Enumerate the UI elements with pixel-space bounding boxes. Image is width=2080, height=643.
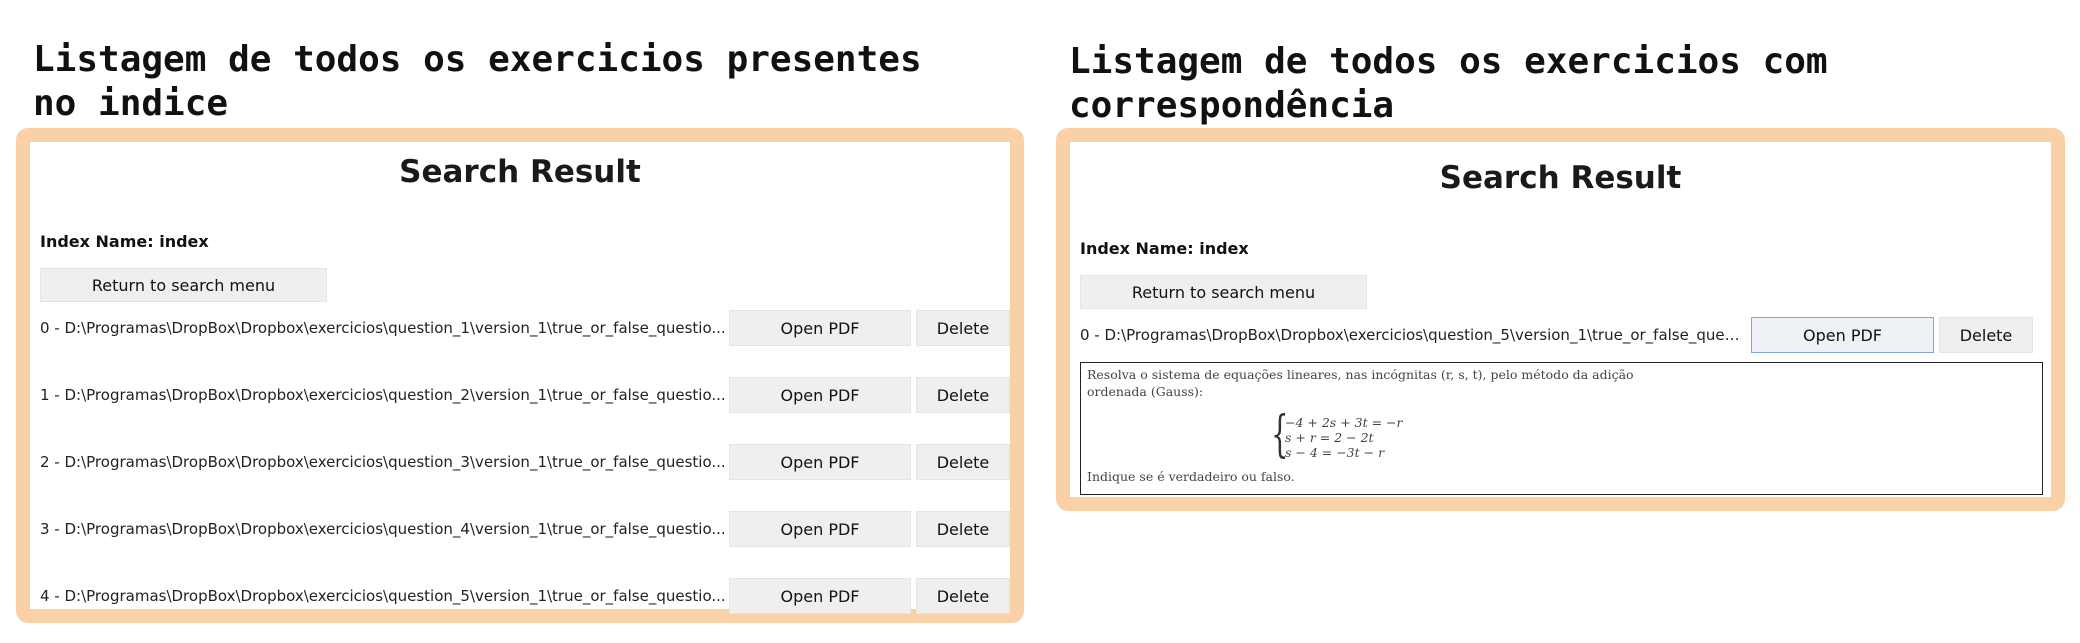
window-title: Search Result — [399, 154, 641, 190]
result-path: 0 - D:\Programas\DropBox\Dropbox\exercic… — [1080, 326, 1740, 344]
open-pdf-button[interactable]: Open PDF — [729, 578, 911, 614]
left-caption: Listagem de todos os exercicios presente… — [33, 39, 922, 124]
delete-button[interactable]: Delete — [916, 578, 1010, 614]
open-pdf-button[interactable]: Open PDF — [1751, 317, 1934, 353]
index-name-label: Index Name: index — [1080, 239, 1249, 258]
result-row: 2 - D:\Programas\DropBox\Dropbox\exercic… — [30, 444, 1010, 480]
open-pdf-button[interactable]: Open PDF — [729, 310, 911, 346]
index-name-label: Index Name: index — [40, 232, 209, 251]
result-path: 0 - D:\Programas\DropBox\Dropbox\exercic… — [40, 319, 726, 337]
delete-button[interactable]: Delete — [916, 511, 1010, 547]
equation: −4 + 2s + 3t = −r — [1285, 415, 1403, 430]
result-path: 2 - D:\Programas\DropBox\Dropbox\exercic… — [40, 453, 726, 471]
preview-statement-line2: ordenada (Gauss): — [1087, 384, 1204, 399]
open-pdf-button[interactable]: Open PDF — [729, 377, 911, 413]
result-path: 4 - D:\Programas\DropBox\Dropbox\exercic… — [40, 587, 726, 605]
delete-button[interactable]: Delete — [916, 310, 1010, 346]
equation: s − 4 = −3t − r — [1285, 445, 1385, 460]
delete-button[interactable]: Delete — [916, 444, 1010, 480]
open-pdf-button[interactable]: Open PDF — [729, 511, 911, 547]
preview-footer: Indique se é verdadeiro ou falso. — [1087, 469, 1295, 484]
right-search-result-window: Search Result Index Name: index Return t… — [1070, 142, 2051, 497]
result-path: 3 - D:\Programas\DropBox\Dropbox\exercic… — [40, 520, 726, 538]
result-row: 4 - D:\Programas\DropBox\Dropbox\exercic… — [30, 578, 1010, 614]
pdf-preview: Resolva o sistema de equações lineares, … — [1080, 362, 2043, 495]
delete-button[interactable]: Delete — [916, 377, 1010, 413]
left-result-window-frame: Search Result Index Name: index Return t… — [16, 128, 1024, 623]
return-to-search-button[interactable]: Return to search menu — [40, 268, 327, 302]
return-to-search-button[interactable]: Return to search menu — [1080, 275, 1367, 309]
result-row: 3 - D:\Programas\DropBox\Dropbox\exercic… — [30, 511, 1010, 547]
result-row: 1 - D:\Programas\DropBox\Dropbox\exercic… — [30, 377, 1010, 413]
equation: s + r = 2 − 2t — [1285, 430, 1374, 445]
open-pdf-button[interactable]: Open PDF — [729, 444, 911, 480]
window-title: Search Result — [1439, 160, 1682, 196]
result-path: 1 - D:\Programas\DropBox\Dropbox\exercic… — [40, 386, 726, 404]
result-row: 0 - D:\Programas\DropBox\Dropbox\exercic… — [30, 310, 1010, 346]
result-row: 0 - D:\Programas\DropBox\Dropbox\exercic… — [1070, 317, 2051, 353]
left-search-result-window: Search Result Index Name: index Return t… — [30, 142, 1010, 614]
delete-button[interactable]: Delete — [1939, 317, 2033, 353]
right-result-window-frame: Search Result Index Name: index Return t… — [1056, 128, 2065, 511]
preview-statement-line1: Resolva o sistema de equações lineares, … — [1087, 367, 1634, 382]
